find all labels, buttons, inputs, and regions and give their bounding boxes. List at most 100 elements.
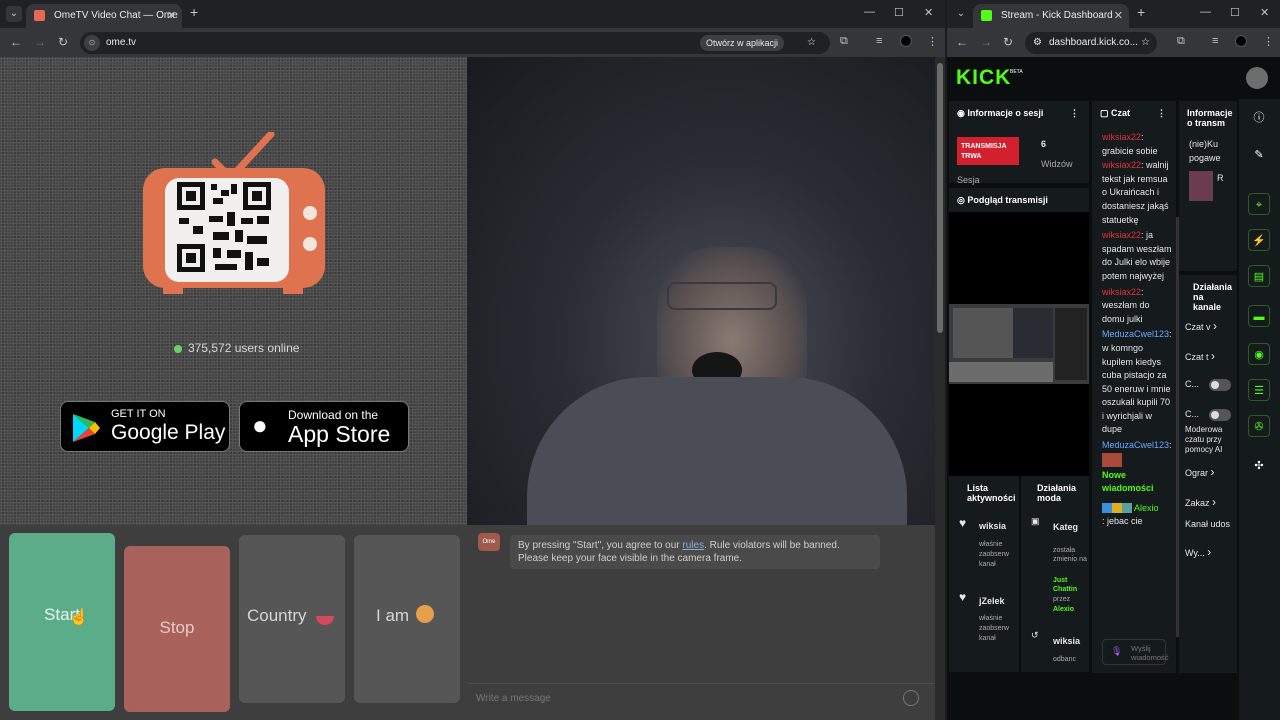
browser-menu-icon[interactable]: ⋮ <box>927 35 938 48</box>
sub-badge-icon <box>1122 503 1132 514</box>
activity-panel-title: Lista aktywności <box>967 483 1016 503</box>
tab-kick[interactable]: Stream - Kick Dashboard ✕ <box>973 4 1129 28</box>
stop-button[interactable]: Stop <box>124 546 230 712</box>
action-ban[interactable]: Zakaz › <box>1185 495 1216 509</box>
chat-username[interactable]: wiksiax22 <box>1102 287 1141 297</box>
maximize-button[interactable]: ☐ <box>894 6 904 19</box>
reload-icon[interactable]: ↻ <box>58 35 68 49</box>
chat-username[interactable]: MeduzaCwel123 <box>1102 440 1169 450</box>
close-tab-icon[interactable]: ✕ <box>167 4 176 28</box>
preview-thumbnail[interactable] <box>949 304 1089 384</box>
chat-message: wiksiax22: weszłam do domu julki <box>1102 286 1174 327</box>
action-chat-v[interactable]: Czat v › <box>1185 319 1217 333</box>
tab-list-button-right[interactable]: ⌄ <box>953 6 969 22</box>
action-shared-channel[interactable]: Kanał udos <box>1185 519 1230 529</box>
wrench-icon[interactable]: ✇ <box>1248 415 1270 437</box>
media-icon[interactable]: ≡ <box>876 35 882 47</box>
new-tab-button[interactable]: + <box>190 4 198 20</box>
new-messages-indicator[interactable]: Nowe wiadomości <box>1102 469 1174 496</box>
chat-username[interactable]: Alexio <box>1134 503 1159 513</box>
lightning-icon[interactable]: ⚡ <box>1248 229 1270 251</box>
action-more[interactable]: Wy... › <box>1185 545 1211 559</box>
scrollbar-thumb[interactable] <box>937 63 943 333</box>
forward-icon-right[interactable]: → <box>980 35 992 49</box>
site-info-icon[interactable]: ⊙ <box>84 35 100 51</box>
action-ai-moderation[interactable]: Moderowa czatu przy pomocy AI <box>1185 425 1237 455</box>
crown-badge-icon <box>1112 503 1122 514</box>
session-menu-icon[interactable]: ⋮ <box>1070 108 1079 119</box>
app-store-badge[interactable]: ● Download on the App Store <box>239 401 409 452</box>
bookmark-star-icon[interactable]: ☆ <box>807 32 816 54</box>
action-restrict[interactable]: Ograr › <box>1185 465 1215 479</box>
add-widget-icon[interactable]: ✣ <box>1248 455 1270 477</box>
tab-ometv[interactable]: OmeTV Video Chat — Ome ✕ <box>26 4 182 28</box>
maximize-button-right[interactable]: ☐ <box>1230 6 1240 19</box>
action-chat-t[interactable]: Czat t › <box>1185 349 1215 363</box>
chat-panel: ▢ Czat ⋮ wiksiax22: grabicie sobie wiksia… <box>1092 101 1176 673</box>
undo-icon: ↺ <box>1031 630 1039 640</box>
rules-link[interactable]: rules <box>682 540 704 551</box>
chat-bubble-icon[interactable]: ▬ <box>1248 305 1270 327</box>
minimize-button[interactable]: — <box>864 6 875 18</box>
close-window-button-right[interactable]: ✕ <box>1260 6 1269 19</box>
profile-avatar[interactable] <box>900 35 912 47</box>
chat-input[interactable]: 🎙 Wyślij wiadomość <box>1102 639 1169 665</box>
forward-icon[interactable]: → <box>34 35 46 49</box>
chat-scrollbar[interactable] <box>1176 217 1179 637</box>
site-settings-icon[interactable]: ⚙ <box>1033 32 1042 54</box>
toggle-switch-1[interactable] <box>1209 379 1231 391</box>
beta-label: BETA <box>1010 69 1023 75</box>
start-button[interactable]: Start ☝ <box>9 533 115 711</box>
action-toggle-1[interactable]: C... <box>1185 379 1199 389</box>
url-text-right: dashboard.kick.co... <box>1049 37 1138 48</box>
chat-username[interactable]: wiksiax22 <box>1102 132 1141 142</box>
chat-text: : jebac cie <box>1102 516 1143 527</box>
kick-dashboard: KICK BETA ◉ Informacje o sesji ⋮ TRANSMIS… <box>947 57 1280 720</box>
chat-icon: ▢ <box>1100 108 1112 118</box>
country-label: Country <box>247 606 307 625</box>
user-avatar[interactable] <box>1246 67 1268 89</box>
address-bar[interactable]: ⊙ ome.tv Otwórz w aplikacji ☆ <box>80 32 830 54</box>
emoji-icon[interactable] <box>903 690 919 706</box>
toggle-switch-2[interactable] <box>1209 409 1231 421</box>
session-info-panel: ◉ Informacje o sesji ⋮ TRANSMISJA TRWA 6 … <box>949 101 1089 185</box>
kick-logo[interactable]: KICK <box>956 66 1011 90</box>
info-icon[interactable]: ⓘ <box>1248 107 1270 129</box>
back-icon-right[interactable]: ← <box>956 35 968 49</box>
mod-entry-who: Alexio <box>1053 606 1075 613</box>
edit-icon[interactable]: ✎ <box>1248 144 1270 166</box>
country-button[interactable]: Country <box>239 535 345 703</box>
address-bar-right[interactable]: ⚙ dashboard.kick.co... ☆ <box>1025 32 1157 54</box>
open-in-app-button[interactable]: Otwórz w aplikacji <box>700 35 785 51</box>
message-input[interactable]: Write a message <box>468 683 935 713</box>
chat-menu-icon[interactable]: ⋮ <box>1157 108 1166 119</box>
focus-icon[interactable]: ⌖ <box>1248 193 1270 215</box>
close-tab-icon-right[interactable]: ✕ <box>1114 4 1123 28</box>
extensions-icon[interactable]: ⧉ <box>840 35 848 48</box>
media-icon-right[interactable]: ≡ <box>1212 35 1218 47</box>
action-toggle-2[interactable]: C... <box>1185 409 1199 419</box>
i-am-button[interactable]: I am <box>354 535 460 703</box>
profile-avatar-right[interactable] <box>1235 35 1247 47</box>
tab-list-button[interactable]: ⌄ <box>6 6 22 22</box>
activity-name-2: jZelek <box>979 596 1005 606</box>
google-play-badge[interactable]: GET IT ON Google Play <box>60 401 230 452</box>
chat-username[interactable]: wiksiax22 <box>1102 230 1141 240</box>
browser-menu-icon-right[interactable]: ⋮ <box>1263 35 1274 48</box>
document-icon[interactable]: ▤ <box>1248 265 1270 287</box>
close-window-button[interactable]: ✕ <box>924 6 933 19</box>
layout-icon[interactable]: ☰ <box>1248 379 1270 401</box>
bookmark-star-icon-right[interactable]: ☆ <box>1141 32 1150 54</box>
minimize-button-right[interactable]: — <box>1200 6 1211 18</box>
extensions-icon-right[interactable]: ⧉ <box>1177 35 1185 48</box>
chat-username[interactable]: MeduzaCwel123 <box>1102 329 1169 339</box>
new-tab-button-right[interactable]: + <box>1137 4 1145 20</box>
microphone-icon[interactable]: 🎙 <box>1111 646 1122 657</box>
back-icon[interactable]: ← <box>10 35 22 49</box>
chat-username[interactable]: wiksiax22 <box>1102 160 1141 170</box>
broadcast-icon[interactable]: ◉ <box>1248 343 1270 365</box>
reload-icon-right[interactable]: ↻ <box>1003 35 1013 49</box>
action-label: Ograr <box>1185 468 1209 478</box>
page-scrollbar[interactable] <box>935 57 945 720</box>
controls-area: Start ☝ Stop Country I am Ome By pressin… <box>0 525 935 720</box>
